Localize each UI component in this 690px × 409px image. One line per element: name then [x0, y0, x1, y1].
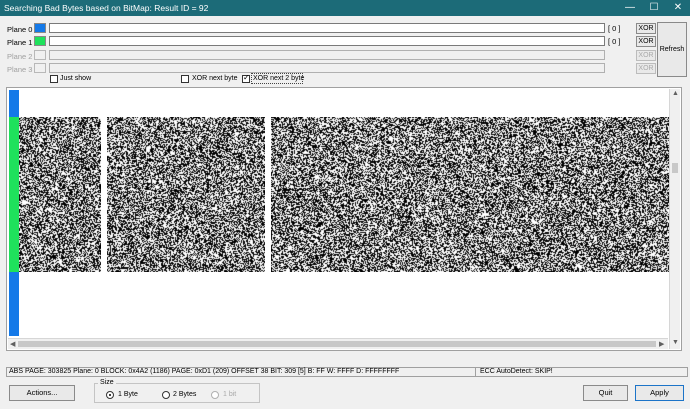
scroll-right-icon[interactable]: ▶ — [659, 340, 664, 348]
refresh-button[interactable]: Refresh — [657, 22, 687, 77]
xor-next-2-byte-label: XOR next 2 byte — [253, 75, 304, 82]
plane-1-color-swatch[interactable] — [34, 36, 46, 46]
size-1-bit-radio — [211, 391, 219, 399]
plane-1-indicator-bar — [9, 117, 19, 272]
plane-1-xor-button[interactable]: XOR — [636, 36, 656, 47]
horizontal-scrollbar[interactable]: ◀ ▶ — [8, 338, 668, 349]
plane-2-track — [49, 50, 605, 60]
title-bar: Searching Bad Bytes based on BitMap: Res… — [0, 0, 690, 16]
vertical-scrollbar[interactable]: ▲ ▼ — [669, 89, 680, 349]
plane-1-track[interactable] — [49, 36, 605, 46]
apply-button[interactable]: Apply — [635, 385, 684, 401]
size-2-bytes-label: 2 Bytes — [173, 391, 196, 398]
bitmap-block-1[interactable] — [19, 117, 101, 272]
bitmap-viewer[interactable]: ▲ ▼ ◀ ▶ — [6, 87, 682, 351]
plane-1-count: [ 0 ] — [608, 37, 621, 46]
plane-3-color-swatch — [34, 63, 46, 73]
actions-button[interactable]: Actions... — [9, 385, 75, 401]
plane-3-label: Plane 3 — [7, 65, 32, 74]
plane-0-color-swatch[interactable] — [34, 23, 46, 33]
window-title: Searching Bad Bytes based on BitMap: Res… — [4, 3, 208, 13]
close-icon[interactable]: ✕ — [666, 0, 690, 16]
xor-next-2-byte-checkbox[interactable]: ✓ — [242, 75, 250, 83]
xor-next-byte-label: XOR next byte — [192, 75, 238, 82]
status-separator — [475, 368, 476, 376]
quit-button[interactable]: Quit — [583, 385, 628, 401]
size-group-title: Size — [98, 379, 116, 386]
plane-2-color-swatch — [34, 50, 46, 60]
scroll-up-icon[interactable]: ▲ — [672, 90, 679, 97]
ecc-status-text: ECC AutoDetect: SKIP! — [480, 368, 553, 375]
size-1-bit-label: 1 bit — [223, 391, 236, 398]
plane-0-track[interactable] — [49, 23, 605, 33]
status-bar: ABS PAGE: 303825 Plane: 0 BLOCK: 0x4A2 (… — [6, 367, 688, 377]
plane-2-label: Plane 2 — [7, 52, 32, 61]
plane-3-xor-button: XOR — [636, 63, 656, 74]
plane-0-label: Plane 0 — [7, 25, 32, 34]
maximize-icon[interactable]: ☐ — [642, 0, 666, 16]
check-mark-icon: ✓ — [243, 73, 250, 83]
plane-0-xor-button[interactable]: XOR — [636, 23, 656, 34]
just-show-label: Just show — [60, 75, 91, 82]
plane-2-xor-button: XOR — [636, 50, 656, 61]
size-1-byte-radio[interactable] — [106, 391, 114, 399]
radio-selected-icon — [109, 394, 111, 396]
scroll-left-icon[interactable]: ◀ — [10, 340, 15, 348]
bitmap-block-2[interactable] — [107, 117, 265, 272]
xor-next-byte-checkbox[interactable] — [181, 75, 189, 83]
just-show-checkbox[interactable] — [50, 75, 58, 83]
vertical-scroll-thumb[interactable] — [672, 163, 678, 173]
plane-1-label: Plane 1 — [7, 38, 32, 47]
minimize-icon[interactable]: — — [618, 0, 642, 16]
status-text: ABS PAGE: 303825 Plane: 0 BLOCK: 0x4A2 (… — [9, 368, 399, 375]
scroll-down-icon[interactable]: ▼ — [672, 339, 679, 346]
size-1-byte-label: 1 Byte — [118, 391, 138, 398]
bitmap-block-3[interactable] — [271, 117, 669, 272]
plane-0-count: [ 0 ] — [608, 24, 621, 33]
horizontal-scroll-thumb[interactable] — [18, 341, 656, 347]
size-2-bytes-radio[interactable] — [162, 391, 170, 399]
plane-3-track — [49, 63, 605, 73]
